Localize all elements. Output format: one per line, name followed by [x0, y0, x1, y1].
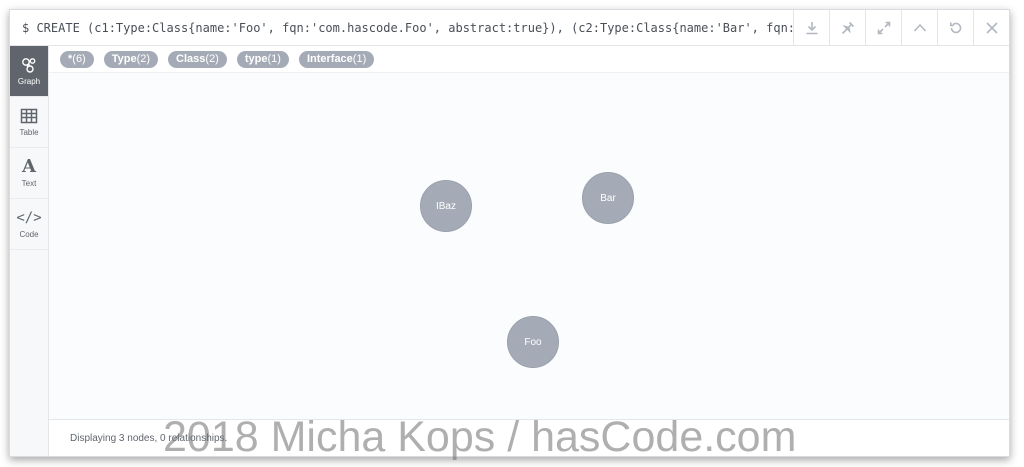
- sidebar-item-label: Code: [19, 230, 39, 239]
- sidebar-item-label: Graph: [17, 77, 41, 86]
- code-icon: </>: [16, 210, 42, 226]
- tag-type[interactable]: Type(2): [103, 51, 159, 68]
- rerun-icon[interactable]: [937, 10, 973, 45]
- table-icon: [20, 108, 38, 124]
- expand-icon[interactable]: [865, 10, 901, 45]
- tag-all-labels[interactable]: *(6): [60, 51, 94, 68]
- graph-node-foo[interactable]: Foo: [507, 316, 559, 368]
- sidebar-item-label: Text: [21, 179, 37, 188]
- tag-class[interactable]: Class(2): [168, 51, 227, 68]
- sidebar-item-code[interactable]: </> Code: [10, 199, 48, 250]
- watermark: 2018 Micha Kops / hasCode.com: [163, 413, 797, 461]
- close-icon[interactable]: [973, 10, 1009, 45]
- view-sidebar: Graph Table A Text </> Code: [10, 46, 49, 456]
- collapse-up-icon[interactable]: [901, 10, 937, 45]
- graph-node-ibaz[interactable]: IBaz: [420, 180, 472, 232]
- sidebar-item-label: Table: [19, 128, 39, 137]
- graph-node-bar[interactable]: Bar: [582, 172, 634, 224]
- graph-canvas[interactable]: IBaz Bar Foo: [49, 72, 1009, 419]
- frame-header: $ CREATE (c1:Type:Class{name:'Foo', fqn:…: [10, 10, 1009, 46]
- graph-icon: [22, 58, 36, 73]
- tag-interface[interactable]: Interface(1): [298, 51, 375, 68]
- sidebar-item-table[interactable]: Table: [10, 97, 48, 148]
- result-frame: $ CREATE (c1:Type:Class{name:'Foo', fqn:…: [9, 9, 1010, 457]
- sidebar-item-text[interactable]: A Text: [10, 148, 48, 199]
- download-icon[interactable]: [793, 10, 829, 45]
- frame-toolbar: [793, 10, 1009, 45]
- tag-type-lower[interactable]: type(1): [236, 51, 289, 68]
- label-tag-bar: *(6) Type(2) Class(2) type(1) Interface(…: [60, 51, 375, 68]
- query-text[interactable]: $ CREATE (c1:Type:Class{name:'Foo', fqn:…: [10, 21, 793, 35]
- pin-icon[interactable]: [829, 10, 865, 45]
- text-icon: A: [22, 156, 36, 177]
- sidebar-item-graph[interactable]: Graph: [10, 46, 48, 97]
